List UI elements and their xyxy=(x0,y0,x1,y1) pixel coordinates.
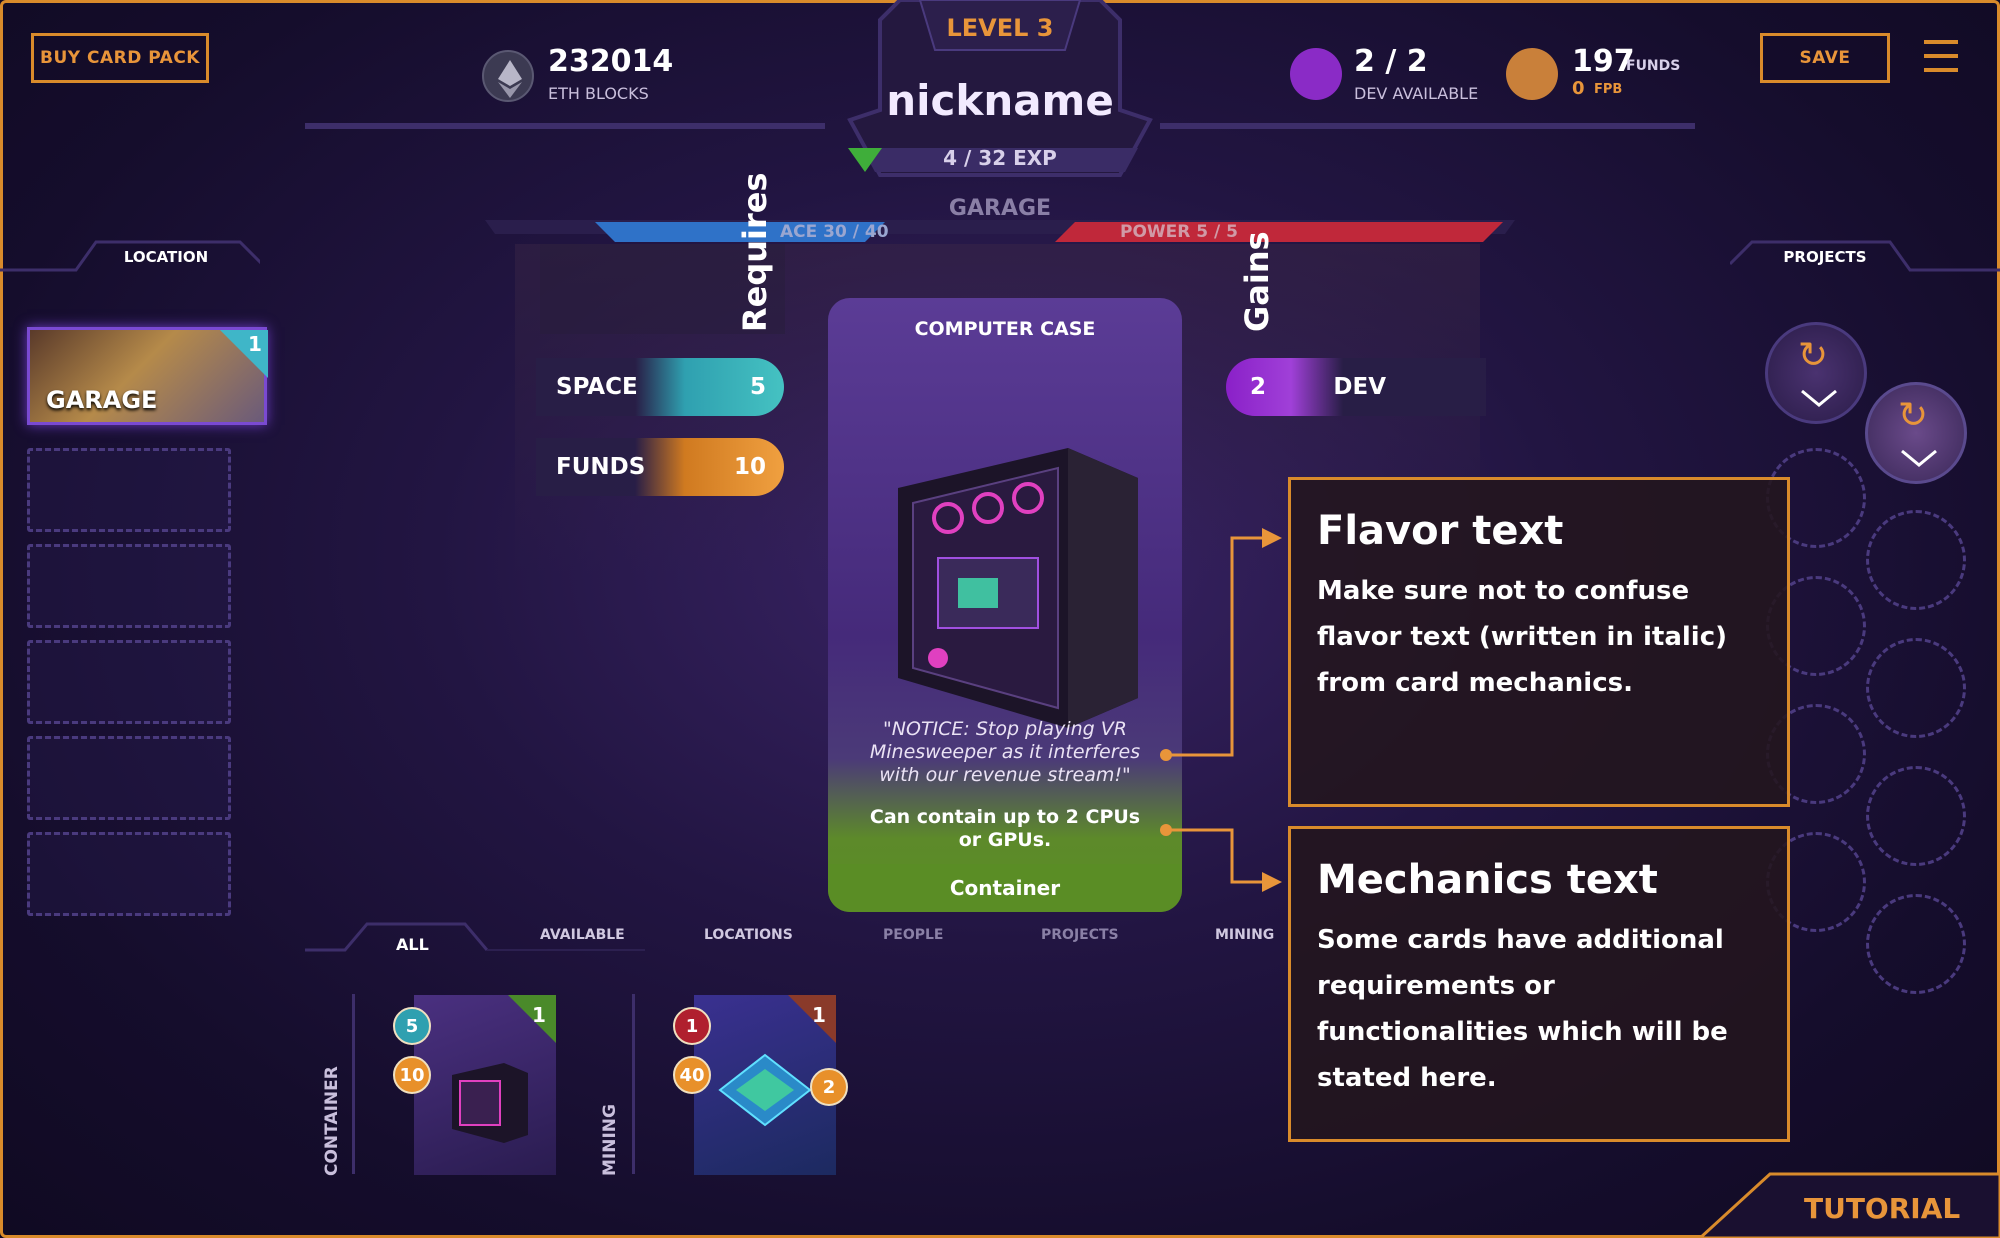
funds-coin-icon xyxy=(1506,48,1558,100)
computer-case-thumb xyxy=(452,1063,528,1143)
tutorial-button[interactable]: TUTORIAL xyxy=(1804,1192,1960,1225)
garage-location-card[interactable]: 1 GARAGE xyxy=(27,327,268,425)
cpu-chip-thumb xyxy=(718,1053,812,1127)
empty-location-slot[interactable] xyxy=(27,640,231,724)
fpb-value: 0 xyxy=(1572,78,1585,99)
projects-panel-title: PROJECTS xyxy=(1783,248,1867,266)
hand-chip-badge-funds: 40 xyxy=(673,1056,711,1094)
card-type: Container xyxy=(828,864,1182,912)
hand-case-count: 1 xyxy=(532,1003,546,1027)
requires-label: Requires xyxy=(736,172,774,332)
project-slot-refresh[interactable]: ↻ xyxy=(1865,382,1967,484)
computer-case-card[interactable]: COMPUTER CASE "NOTICE: Stop playing VR M… xyxy=(828,298,1182,912)
hamburger-menu-icon[interactable] xyxy=(1924,40,1958,76)
tab-available[interactable]: AVAILABLE xyxy=(540,927,625,943)
exp-label: 4 / 32 EXP xyxy=(943,146,1057,170)
hand-case-funds-badge: 10 xyxy=(393,1056,431,1094)
requires-space-value: 5 xyxy=(749,374,766,400)
refresh-icon: ↻ xyxy=(1798,335,1829,376)
card-flavor-text: "NOTICE: Stop playing VR Minesweeper as … xyxy=(869,718,1141,786)
mechanics-callout-title: Mechanics text xyxy=(1317,857,1658,903)
save-button[interactable]: SAVE xyxy=(1760,33,1890,83)
mechanics-text-callout: Mechanics text Some cards have additiona… xyxy=(1288,826,1790,1142)
hud-line-right xyxy=(1160,123,1695,129)
empty-project-slot[interactable] xyxy=(1866,638,1966,738)
requires-space-bar: SPACE 5 xyxy=(536,358,784,416)
chevron-down-icon xyxy=(1901,449,1937,467)
hand-case-space-badge: 5 xyxy=(393,1007,431,1045)
group-divider xyxy=(352,994,355,1174)
hand-card-computer-case[interactable]: 1 xyxy=(414,995,556,1175)
exp-progress xyxy=(848,148,882,172)
tab-projects[interactable]: PROJECTS xyxy=(1041,927,1119,943)
computer-case-art xyxy=(898,448,1138,728)
gains-dev-value: 2 xyxy=(1250,374,1267,400)
gains-dev-bar: 2 DEV xyxy=(1226,358,1486,416)
nickname: nickname xyxy=(886,76,1114,125)
eth-blocks-value: 232014 xyxy=(548,44,674,79)
tabs-outline xyxy=(305,922,645,952)
power-stat: POWER 5 / 5 xyxy=(1120,222,1238,242)
requires-space-label: SPACE xyxy=(556,374,638,400)
eth-blocks-label: ETH BLOCKS xyxy=(548,84,649,103)
dev-available-label: DEV AVAILABLE xyxy=(1354,84,1479,103)
location-panel-title: LOCATION xyxy=(123,248,209,266)
group-divider xyxy=(632,994,635,1174)
chevron-down-icon xyxy=(1801,389,1837,407)
requires-funds-bar: FUNDS 10 xyxy=(536,438,784,496)
empty-location-slot[interactable] xyxy=(27,832,231,916)
fpb-unit: FPB xyxy=(1594,82,1623,97)
funds-unit: FUNDS xyxy=(1626,58,1681,74)
tab-people[interactable]: PEOPLE xyxy=(883,927,943,943)
gains-label: Gains xyxy=(1238,231,1276,332)
dev-available-value: 2 / 2 xyxy=(1354,44,1428,79)
empty-location-slot[interactable] xyxy=(27,448,231,532)
tab-mining[interactable]: MINING xyxy=(1215,927,1274,943)
tab-all[interactable]: ALL xyxy=(396,935,429,954)
card-title: COMPUTER CASE xyxy=(914,318,1096,340)
buy-card-pack-button[interactable]: BUY CARD PACK xyxy=(31,33,209,83)
requires-funds-value: 10 xyxy=(733,454,766,480)
flavor-callout-title: Flavor text xyxy=(1317,508,1564,554)
flavor-text-callout: Flavor text Make sure not to confuse fla… xyxy=(1288,477,1790,807)
card-mechanics-text: Can contain up to 2 CPUs or GPUs. xyxy=(869,806,1141,851)
gains-dev-label: DEV xyxy=(1333,374,1386,400)
hand-chip-badge-power: 1 xyxy=(673,1007,711,1045)
eth-icon xyxy=(482,50,534,102)
hand-chip-count: 1 xyxy=(812,1003,826,1027)
location-title: GARAGE xyxy=(948,196,1052,221)
empty-project-slot[interactable] xyxy=(1866,766,1966,866)
project-slot-refresh[interactable]: ↻ xyxy=(1765,322,1867,424)
empty-project-slot[interactable] xyxy=(1866,510,1966,610)
callout-connectors xyxy=(1160,528,1282,892)
dev-orb-icon xyxy=(1290,48,1342,100)
container-group-label: CONTAINER xyxy=(322,1066,342,1176)
empty-location-slot[interactable] xyxy=(27,736,231,820)
hand-chip-badge-gain: 2 xyxy=(810,1068,848,1106)
flavor-callout-body: Make sure not to confuse flavor text (wr… xyxy=(1317,576,1727,698)
mining-group-label: MINING xyxy=(600,1104,620,1176)
requires-funds-label: FUNDS xyxy=(556,454,646,480)
garage-label: GARAGE xyxy=(46,386,158,414)
empty-location-slot[interactable] xyxy=(27,544,231,628)
garage-count: 1 xyxy=(248,332,262,356)
hud-line-left xyxy=(305,123,825,129)
tab-locations[interactable]: LOCATIONS xyxy=(704,927,793,943)
level-label: LEVEL 3 xyxy=(946,14,1054,42)
space-stat: ACE 30 / 40 xyxy=(780,222,889,242)
mechanics-callout-body: Some cards have additional requirements … xyxy=(1317,925,1728,1093)
refresh-icon: ↻ xyxy=(1898,395,1929,436)
empty-project-slot[interactable] xyxy=(1866,894,1966,994)
